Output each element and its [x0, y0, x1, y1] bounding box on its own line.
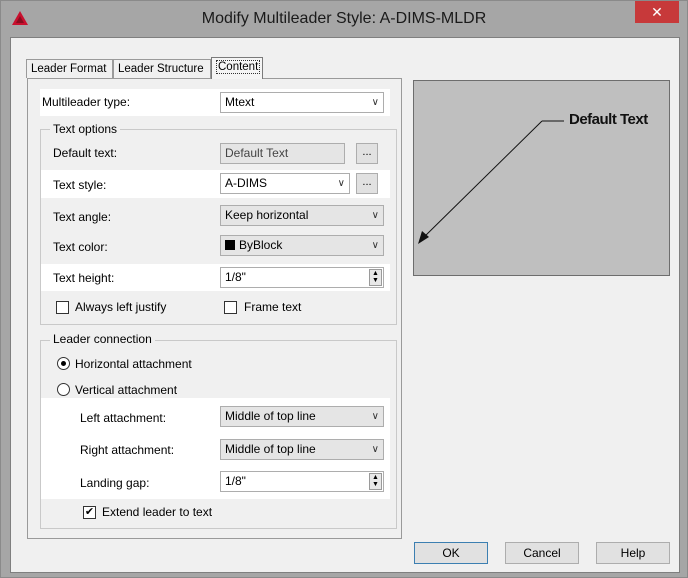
- spin-up-icon[interactable]: ▲: [370, 474, 381, 481]
- vertical-attachment-label: Vertical attachment: [75, 383, 178, 397]
- spin-down-icon[interactable]: ▼: [370, 277, 381, 284]
- preview-default-text: Default Text: [569, 111, 648, 128]
- text-style-value: A-DIMS: [225, 176, 267, 190]
- leader-connection-legend: Leader connection: [50, 332, 155, 346]
- tab-label: Leader Format: [31, 63, 107, 75]
- horizontal-attachment-label: Horizontal attachment: [75, 357, 192, 371]
- right-attachment-value: Middle of top line: [225, 442, 316, 456]
- landing-gap-value: 1/8": [225, 474, 246, 488]
- frame-text-label: Frame text: [244, 300, 302, 314]
- frame-text-checkbox[interactable]: [224, 301, 237, 314]
- multileader-type-value: Mtext: [225, 95, 255, 109]
- window-title: Modify Multileader Style: A-DIMS-MLDR: [201, 10, 487, 27]
- tab-label: Content: [216, 60, 261, 74]
- text-color-value: ByBlock: [239, 238, 283, 252]
- text-style-browse-button[interactable]: ...: [356, 173, 378, 194]
- text-angle-select[interactable]: Keep horizontal ∨: [220, 205, 384, 226]
- vertical-attachment-radio[interactable]: [57, 383, 70, 396]
- spin-up-icon[interactable]: ▲: [370, 270, 381, 277]
- left-attachment-label: Left attachment:: [80, 411, 167, 425]
- default-text-field[interactable]: Default Text: [220, 143, 345, 164]
- text-height-value: 1/8": [225, 270, 246, 284]
- landing-gap-input[interactable]: 1/8" ▲ ▼: [220, 471, 384, 492]
- right-attachment-select[interactable]: Middle of top line ∨: [220, 439, 384, 460]
- chevron-down-icon: ∨: [371, 411, 379, 422]
- text-style-select[interactable]: A-DIMS ∨: [220, 173, 350, 194]
- text-color-select[interactable]: ByBlock ∨: [220, 235, 384, 256]
- cancel-button[interactable]: Cancel: [505, 542, 579, 564]
- default-text-browse-button[interactable]: ...: [356, 143, 378, 164]
- spin-down-icon[interactable]: ▼: [370, 481, 381, 488]
- close-button[interactable]: ✕: [635, 1, 679, 23]
- multileader-type-select[interactable]: Mtext ∨: [220, 92, 384, 113]
- landing-gap-label: Landing gap:: [80, 476, 150, 490]
- horizontal-attachment-radio[interactable]: [57, 357, 70, 370]
- extend-leader-label: Extend leader to text: [102, 505, 213, 519]
- left-attachment-select[interactable]: Middle of top line ∨: [220, 406, 384, 427]
- right-attachment-label: Right attachment:: [80, 443, 175, 457]
- chevron-down-icon: ∨: [371, 210, 379, 221]
- left-attachment-value: Middle of top line: [225, 409, 316, 423]
- title-bar: Modify Multileader Style: A-DIMS-MLDR ✕: [1, 1, 687, 37]
- chevron-down-icon: ∨: [337, 178, 345, 189]
- chevron-down-icon: ∨: [371, 240, 379, 251]
- default-text-value: Default Text: [225, 146, 289, 160]
- chevron-down-icon: ∨: [371, 97, 379, 108]
- landing-gap-spinner[interactable]: ▲ ▼: [369, 473, 382, 490]
- text-height-label: Text height:: [53, 271, 115, 285]
- tab-leader-format[interactable]: Leader Format: [26, 59, 113, 78]
- ok-button[interactable]: OK: [414, 542, 488, 564]
- text-height-input[interactable]: 1/8" ▲ ▼: [220, 267, 384, 288]
- text-angle-value: Keep horizontal: [225, 208, 309, 222]
- always-left-justify-checkbox[interactable]: [56, 301, 69, 314]
- text-color-label: Text color:: [53, 240, 108, 254]
- tab-leader-structure[interactable]: Leader Structure: [113, 59, 211, 78]
- always-left-justify-label: Always left justify: [75, 300, 167, 314]
- text-options-legend: Text options: [50, 122, 121, 136]
- multileader-type-label: Multileader type:: [42, 95, 131, 109]
- tab-label: Leader Structure: [118, 63, 204, 75]
- color-swatch: [225, 240, 235, 250]
- preview-pane: Default Text: [413, 80, 670, 276]
- text-angle-label: Text angle:: [53, 210, 112, 224]
- help-button[interactable]: Help: [596, 542, 670, 564]
- text-height-spinner[interactable]: ▲ ▼: [369, 269, 382, 286]
- text-style-label: Text style:: [53, 178, 107, 192]
- chevron-down-icon: ∨: [371, 444, 379, 455]
- tab-content[interactable]: Content: [211, 57, 263, 79]
- default-text-label: Default text:: [53, 146, 118, 160]
- extend-leader-checkbox[interactable]: ✔: [83, 506, 96, 519]
